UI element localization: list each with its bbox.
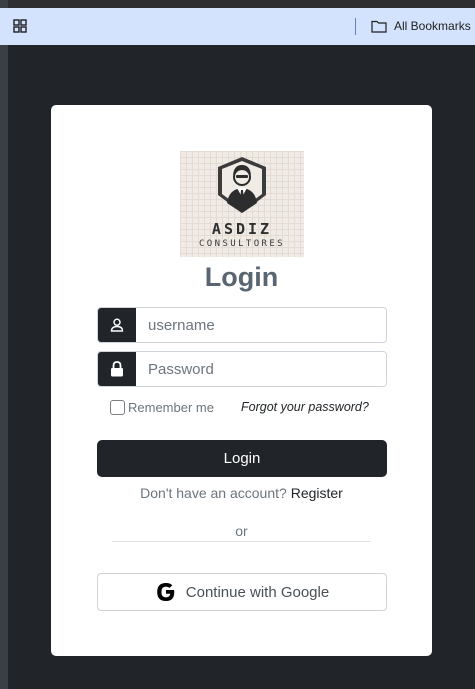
login-card: ASDIZ CONSULTORES Login username Remembe… — [51, 105, 432, 656]
company-logo: ASDIZ CONSULTORES — [180, 151, 304, 257]
bookmarks-bar: All Bookmarks — [0, 8, 475, 45]
logo-subtitle-text: CONSULTORES — [198, 239, 285, 249]
or-separator-text: or — [235, 523, 248, 539]
register-prompt: Don't have an account? Register — [51, 485, 432, 501]
google-g-icon — [156, 583, 175, 601]
all-bookmarks-link[interactable]: All Bookmarks — [394, 19, 471, 33]
remember-me-checkbox[interactable] — [110, 399, 125, 415]
no-account-text: Don't have an account? — [140, 485, 287, 501]
google-login-label: Continue with Google — [185, 583, 330, 601]
page-title: Login — [204, 262, 279, 292]
remember-me-label: Remember me — [128, 399, 214, 415]
remember-me-row[interactable]: Remember me — [110, 399, 214, 415]
lock-icon — [98, 352, 136, 386]
password-input[interactable] — [136, 352, 386, 386]
username-input-group — [97, 307, 387, 343]
user-icon — [98, 308, 136, 342]
apps-grid-icon[interactable] — [13, 19, 27, 33]
login-button[interactable]: Login — [97, 440, 387, 477]
divider — [112, 541, 371, 542]
window-edge — [0, 0, 8, 689]
username-input[interactable] — [136, 308, 386, 342]
page-content: ASDIZ CONSULTORES Login username Remembe… — [8, 45, 475, 689]
register-link[interactable]: Register — [291, 485, 343, 501]
password-input-group — [97, 351, 387, 387]
logo-brand-text: ASDIZ — [211, 220, 273, 238]
google-login-button[interactable]: Continue with Google — [97, 573, 387, 611]
bookmarks-separator — [355, 18, 356, 35]
folder-icon — [371, 20, 387, 33]
forgot-password-link[interactable]: Forgot your password? — [241, 400, 369, 414]
businessman-emblem-icon — [218, 157, 266, 213]
